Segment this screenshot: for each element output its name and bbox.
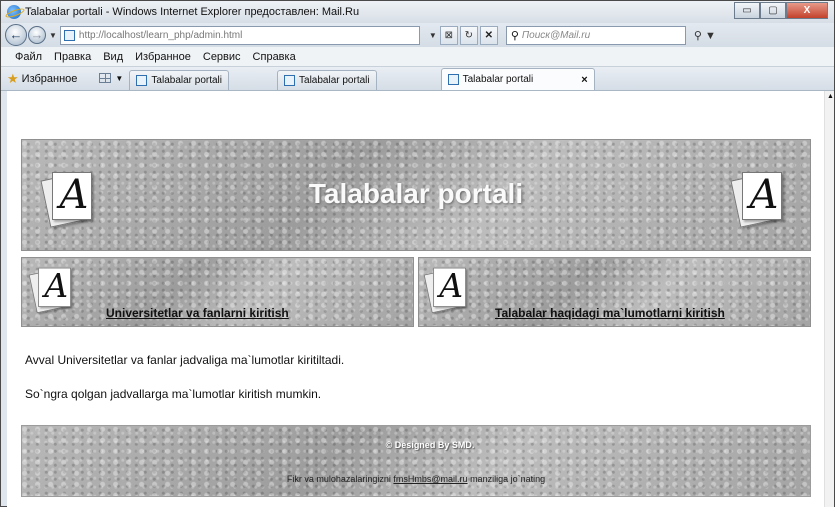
history-dropdown-icon[interactable]: ▼	[49, 31, 57, 40]
page-content: A Talabalar portali A A Universitetlar v…	[7, 91, 828, 507]
contact-line: Fikr va mulohazalaringizni fmsHmbs@mail.…	[22, 474, 810, 484]
contact-prefix: Fikr va mulohazalaringizni	[286, 474, 394, 484]
favorites-label: Избранное	[21, 73, 78, 85]
compatibility-view-button[interactable]: ⊠	[439, 25, 458, 45]
chevron-down-icon[interactable]: ▼	[115, 74, 123, 83]
search-input[interactable]: ⚲ Поиск@Mail.ru	[505, 25, 686, 45]
search-provider-icon: ⚲	[510, 29, 519, 42]
site-footer: © Designed By SMD. Fikr va mulohazalarin…	[21, 425, 811, 497]
favorites-button[interactable]: ★ Избранное	[7, 68, 77, 90]
maximize-button[interactable]: ▢	[760, 2, 786, 19]
url-dropdown-icon[interactable]: ▼	[429, 31, 437, 40]
address-bar: ← → ▼ http://localhost/learn_php/admin.h…	[1, 23, 834, 47]
stop-button[interactable]: ✕	[479, 25, 498, 45]
intro-paragraph-1: Avval Universitetlar va fanlar jadvaliga…	[25, 353, 345, 367]
quick-tabs-icon	[99, 73, 112, 83]
menu-help[interactable]: Справка	[253, 51, 296, 63]
favorites-bar: ★ Избранное ▼ Talabalar portali Talabala…	[1, 67, 834, 91]
logo-a-icon: A	[423, 266, 468, 314]
title-bar: Talabalar portali - Windows Internet Exp…	[1, 1, 834, 23]
page-icon	[284, 75, 296, 86]
logo-a-right-icon: A	[730, 170, 784, 228]
menu-file[interactable]: Файл	[15, 51, 42, 63]
site-title: Talabalar portali	[308, 178, 524, 209]
scroll-up-icon[interactable]: ▲	[827, 93, 834, 100]
close-button[interactable]: X	[786, 2, 828, 19]
logo-a-icon: A	[28, 266, 73, 314]
contact-suffix: manziliga jo`nating	[467, 474, 546, 484]
star-icon: ★	[7, 71, 19, 86]
quick-tabs-button[interactable]: ▼	[99, 70, 129, 86]
tab-2[interactable]: Talabalar portali	[277, 70, 377, 90]
intro-paragraph-2: So`ngra qolgan jadvallarga ma`lumotlar k…	[25, 387, 322, 401]
back-button[interactable]: ←	[5, 24, 27, 46]
tab-label: Talabalar portali	[151, 75, 223, 86]
search-icon[interactable]: ⚲ ▼	[694, 29, 716, 42]
window-title: Talabalar portali - Windows Internet Exp…	[25, 6, 360, 18]
page-icon	[63, 29, 75, 41]
contact-email-link[interactable]: fmsHmbs@mail.ru	[393, 474, 467, 484]
window-controls: ▭ ▢ X	[734, 2, 828, 19]
tab-1[interactable]: Talabalar portali	[129, 70, 230, 90]
menu-view[interactable]: Вид	[103, 51, 123, 63]
browser-window: Talabalar portali - Windows Internet Exp…	[0, 0, 835, 507]
tab-label: Talabalar portali	[299, 75, 370, 86]
menu-tools[interactable]: Сервис	[203, 51, 241, 63]
url-input[interactable]: http://localhost/learn_php/admin.html	[59, 25, 420, 45]
tab-3[interactable]: Talabalar portali ×	[440, 68, 595, 90]
address-tools: ▼ ⊠ ↻ ✕	[426, 25, 500, 45]
students-link[interactable]: Talabalar haqidagi ma`lumotlarni kiritis…	[495, 306, 725, 320]
tab-label: Talabalar portali	[462, 74, 534, 85]
minimize-button[interactable]: ▭	[734, 2, 760, 19]
page-icon	[136, 75, 148, 86]
ie-logo-icon	[7, 5, 21, 19]
menu-favorites[interactable]: Избранное	[135, 51, 191, 63]
search-placeholder: Поиск@Mail.ru	[521, 29, 591, 41]
refresh-button[interactable]: ↻	[459, 25, 478, 45]
universities-link[interactable]: Universitetlar va fanlarni kiritish	[106, 306, 289, 320]
page-icon	[447, 74, 459, 85]
url-text[interactable]: http://localhost/learn_php/admin.html	[79, 30, 242, 41]
vertical-scrollbar[interactable]: ▲	[824, 91, 834, 507]
nav-panel-students: A Talabalar haqidagi ma`lumotlarni kirit…	[418, 257, 811, 327]
menu-bar: Файл Правка Вид Избранное Сервис Справка	[1, 47, 834, 67]
nav-panel-universities: A Universitetlar va fanlarni kiritish	[21, 257, 414, 327]
forward-button[interactable]: →	[28, 26, 46, 44]
menu-edit[interactable]: Правка	[54, 51, 91, 63]
site-header: A Talabalar portali A	[21, 139, 811, 251]
designed-by: © Designed By SMD.	[385, 440, 475, 450]
tab-close-icon[interactable]: ×	[581, 74, 587, 86]
